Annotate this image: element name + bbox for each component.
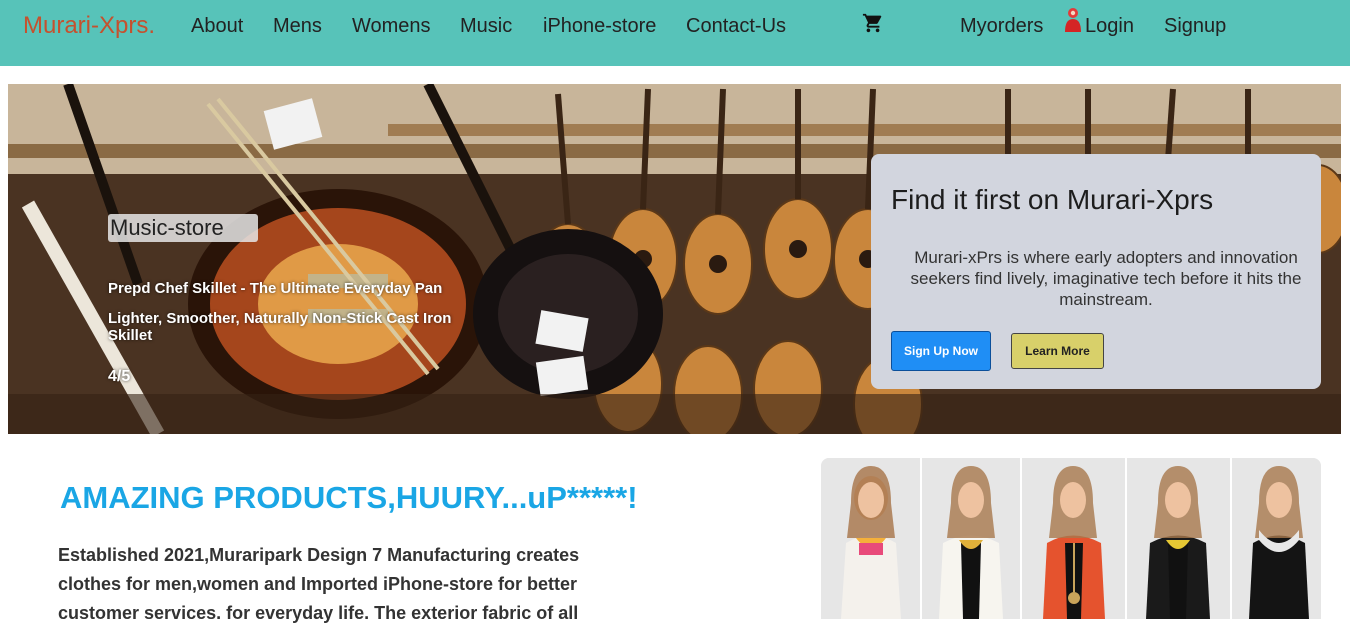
hero-caption-subtitle: Lighter, Smoother, Naturally Non-Stick C…: [108, 310, 452, 344]
learn-more-button[interactable]: Learn More: [1011, 333, 1104, 369]
hero-caption-title: Prepd Chef Skillet - The Ultimate Everyd…: [108, 280, 443, 297]
card-title: Find it first on Murari-Xprs: [891, 184, 1214, 215]
sign-up-now-button[interactable]: Sign Up Now: [891, 331, 991, 371]
nav-link-iphone-store[interactable]: iPhone-store: [543, 15, 656, 38]
nav-link-signup[interactable]: Signup: [1164, 15, 1226, 38]
nav-link-about[interactable]: About: [191, 15, 243, 38]
person-icon[interactable]: [1064, 7, 1082, 33]
nav-link-womens[interactable]: Womens: [352, 15, 431, 38]
card-description: Murari-xPrs is where early adopters and …: [910, 248, 1302, 309]
nav-link-myorders[interactable]: Myorders: [960, 15, 1043, 38]
hero-carousel[interactable]: Music-store Prepd Chef Skillet - The Ult…: [8, 84, 1341, 434]
promo-description: Established 2021,Muraripark Design 7 Man…: [58, 545, 580, 623]
fashion-models-image: [821, 458, 1321, 619]
hero-category-badge: Music-store: [108, 214, 258, 242]
navbar: Murari-Xprs. About Mens Womens Music iPh…: [0, 0, 1350, 66]
nav-link-contact-us[interactable]: Contact-Us: [686, 15, 786, 38]
nav-link-mens[interactable]: Mens: [273, 15, 322, 38]
promo-headline: AMAZING PRODUCTS,HUURY...uP*****!: [60, 480, 638, 515]
slide-counter: 4/5: [108, 368, 131, 385]
brand-logo[interactable]: Murari-Xprs.: [23, 12, 155, 40]
shopping-cart-icon[interactable]: [862, 12, 884, 34]
hero-promo-card: Find it first on Murari-Xprs Murari-xPrs…: [871, 154, 1321, 389]
nav-link-login[interactable]: Login: [1085, 15, 1134, 38]
nav-link-music[interactable]: Music: [460, 15, 512, 38]
